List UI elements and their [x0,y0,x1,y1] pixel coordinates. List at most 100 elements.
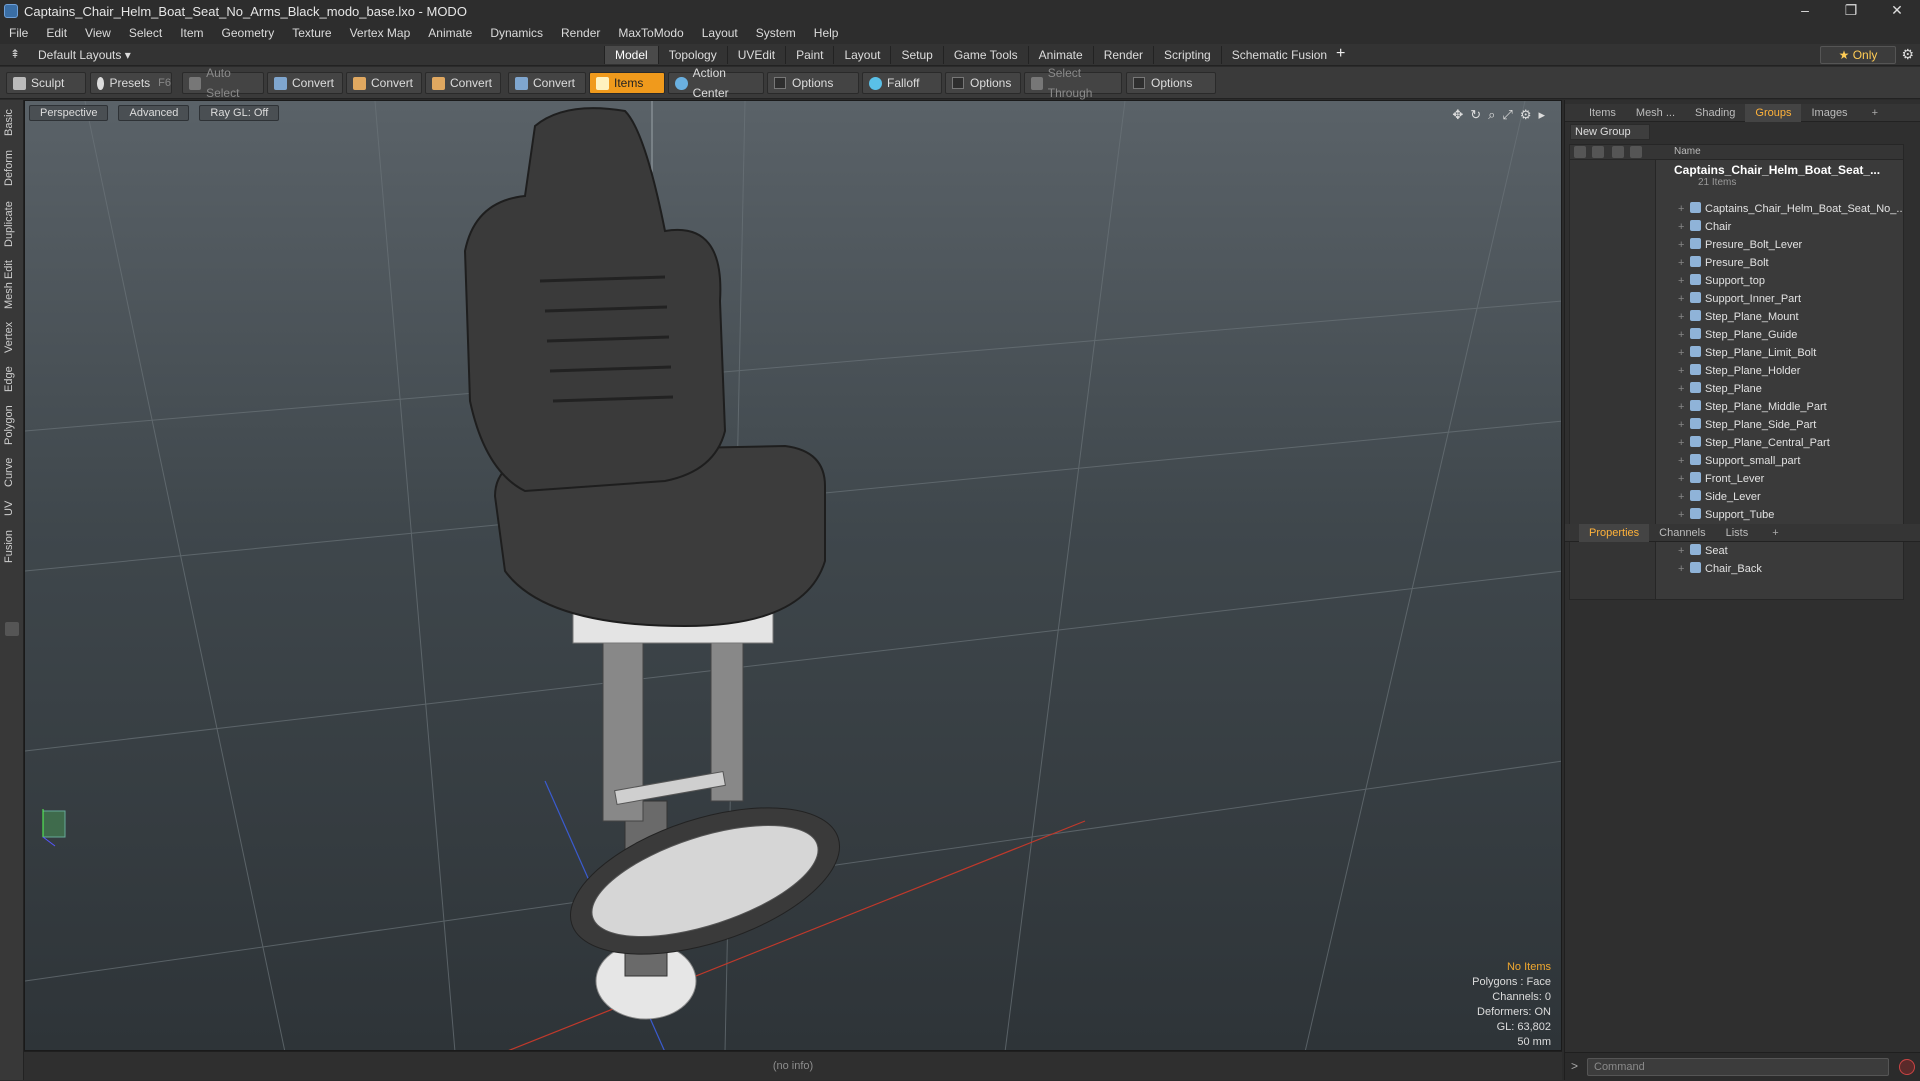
select-column-icon[interactable] [1630,146,1642,158]
tab-setup[interactable]: Setup [890,46,942,64]
only-button[interactable]: ★ Only [1820,46,1896,64]
tree-item[interactable]: + Step_Plane_Guide [1678,326,1797,344]
tab-animate[interactable]: Animate [1027,46,1093,64]
menu-view[interactable]: View [76,22,120,44]
tree-item[interactable]: + Step_Plane_Side_Part [1678,416,1816,434]
left-tab-basic[interactable]: Basic [3,106,21,140]
items-mode-button[interactable]: Items [589,72,665,94]
menu-geometry[interactable]: Geometry [213,22,284,44]
add-bottom-tab-icon[interactable]: + [1762,524,1788,542]
menu-render[interactable]: Render [552,22,609,44]
expand-icon[interactable]: + [1678,452,1688,470]
convert-button-4[interactable]: Convert [508,72,586,94]
left-tab-duplicate[interactable]: Duplicate [3,196,21,252]
add-tab-icon[interactable]: + [1336,45,1345,63]
tab-paint[interactable]: Paint [785,46,833,64]
tree-item[interactable]: + Captains_Chair_Helm_Boat_Seat_No_... [1678,200,1903,218]
checkbox[interactable] [952,77,964,89]
visibility-column-icon[interactable] [1574,146,1586,158]
checkbox[interactable] [774,77,786,89]
menu-item[interactable]: Item [171,22,212,44]
tab-schematic-fusion[interactable]: Schematic Fusion [1220,46,1337,64]
left-tab-fusion[interactable]: Fusion [3,526,21,566]
menu-file[interactable]: File [0,22,37,44]
left-tab-curve[interactable]: Curve [3,454,21,490]
tree-item[interactable]: + Presure_Bolt [1678,254,1769,272]
convert-button-2[interactable]: Convert [346,72,422,94]
tab-mesh[interactable]: Mesh ... [1626,104,1685,122]
view-perspective-button[interactable]: Perspective [29,105,109,121]
minimize-button[interactable]: – [1782,0,1828,22]
lock-column-icon[interactable] [1612,146,1624,158]
expand-icon[interactable]: + [1678,218,1688,236]
presets-button[interactable]: Presets F6 [90,72,172,94]
viewport-settings-icon[interactable]: ⚙ [1520,107,1532,123]
layout-toggle-icon[interactable]: ⇞ [10,47,20,61]
tree-item[interactable]: + Support_small_part [1678,452,1800,470]
tab-shading[interactable]: Shading [1685,104,1745,122]
expand-icon[interactable]: + [1678,290,1688,308]
tree-item[interactable]: + Step_Plane_Holder [1678,362,1800,380]
left-tab-vertex[interactable]: Vertex [3,318,21,356]
expand-icon[interactable]: + [1678,308,1688,326]
auto-select-button[interactable]: Auto Select [182,66,264,100]
tab-scripting[interactable]: Scripting [1153,46,1221,64]
left-tab-polygon[interactable]: Polygon [3,402,21,448]
menu-edit[interactable]: Edit [37,22,76,44]
tab-game-tools[interactable]: Game Tools [942,46,1028,64]
expand-icon[interactable]: + [1678,488,1688,506]
left-tab-edge[interactable]: Edge [3,362,21,396]
expand-icon[interactable]: + [1678,398,1688,416]
rotate-view-icon[interactable]: ↻ [1470,107,1481,123]
expand-icon[interactable]: + [1678,434,1688,452]
tree-item[interactable]: + Front_Lever [1678,470,1764,488]
expand-icon[interactable]: + [1678,542,1688,560]
expand-icon[interactable]: + [1678,344,1688,362]
tab-channels[interactable]: Channels [1649,524,1715,542]
action-center-button[interactable]: Action Center [668,66,764,100]
select-through-button[interactable]: Select Through [1024,66,1122,100]
convert-button-3[interactable]: Convert [425,72,501,94]
viewport-more-icon[interactable]: ▸ [1538,107,1545,123]
sculpt-button[interactable]: Sculpt [6,72,86,94]
tree-item[interactable]: + Step_Plane_Middle_Part [1678,398,1827,416]
tab-properties[interactable]: Properties [1579,523,1650,542]
layouts-dropdown[interactable]: Default Layouts ▾ [38,48,131,62]
stop-icon[interactable] [1899,1059,1915,1075]
left-tab-mesh-edit[interactable]: Mesh Edit [3,258,21,312]
expand-icon[interactable]: + [1678,416,1688,434]
menu-texture[interactable]: Texture [283,22,340,44]
tree-item[interactable]: + Seat [1678,542,1728,560]
tree-item[interactable]: + Support_Inner_Part [1678,290,1801,308]
expand-icon[interactable]: + [1678,200,1688,218]
menu-layout[interactable]: Layout [693,22,747,44]
tab-images[interactable]: Images [1801,104,1857,122]
tree-item[interactable]: + Step_Plane [1678,380,1762,398]
expand-icon[interactable]: + [1678,380,1688,398]
convert-button-1[interactable]: Convert [267,72,343,94]
left-tab-uv[interactable]: UV [3,496,21,520]
tree-item[interactable]: + Step_Plane_Limit_Bolt [1678,344,1816,362]
expand-icon[interactable]: + [1678,254,1688,272]
expand-icon[interactable]: + [1678,236,1688,254]
add-panel-tab-icon[interactable]: + [1862,104,1888,122]
options-button-2[interactable]: Options [945,72,1021,94]
expand-icon[interactable]: + [1678,506,1688,524]
expand-icon[interactable]: + [1678,470,1688,488]
shading-advanced-button[interactable]: Advanced [118,105,190,121]
new-group-button[interactable]: New Group [1570,124,1650,140]
move-view-icon[interactable]: ✥ [1452,107,1463,123]
falloff-button[interactable]: Falloff [862,72,942,94]
menu-system[interactable]: System [747,22,805,44]
tab-layout[interactable]: Layout [833,46,890,64]
menu-animate[interactable]: Animate [419,22,481,44]
menu-dynamics[interactable]: Dynamics [481,22,552,44]
expand-icon[interactable]: + [1678,272,1688,290]
left-tab-deform[interactable]: Deform [3,146,21,190]
tree-item[interactable]: + Step_Plane_Central_Part [1678,434,1830,452]
3d-viewport[interactable]: Perspective Advanced Ray GL: Off ✥ ↻ ⌕ ⤢… [24,100,1562,1051]
expand-icon[interactable]: + [1678,326,1688,344]
tree-item[interactable]: + Side_Lever [1678,488,1761,506]
tab-lists[interactable]: Lists [1716,524,1759,542]
tree-item[interactable]: + Step_Plane_Mount [1678,308,1799,326]
